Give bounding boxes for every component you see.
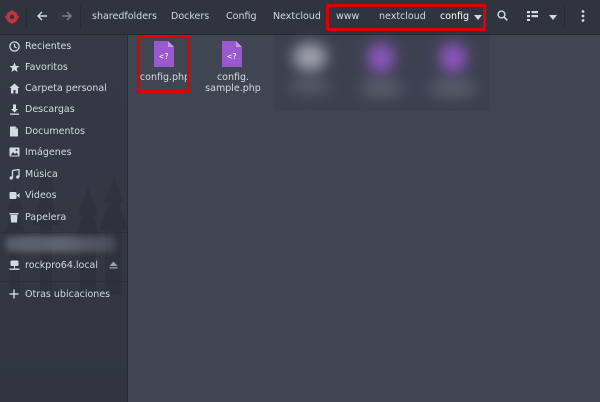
file-name: config. sample.php xyxy=(205,72,261,94)
plus-icon xyxy=(8,288,20,300)
sidebar-item-label: Recientes xyxy=(25,40,72,52)
app-menu-icon[interactable] xyxy=(4,9,20,25)
video-icon xyxy=(8,189,20,201)
sidebar-item-label: Favoritos xyxy=(25,61,68,73)
sidebar-item-imagenes[interactable]: Imágenes xyxy=(0,142,127,162)
sidebar-item-musica[interactable]: Música xyxy=(0,164,127,184)
file-view[interactable]: <? config.php <? config. sample.php xyxy=(129,35,600,402)
sidebar-item-documentos[interactable]: Documentos xyxy=(0,121,127,141)
search-icon xyxy=(496,10,508,24)
sidebar-item-papelera[interactable]: Papelera xyxy=(0,207,127,227)
sidebar: Recientes Favoritos Carpeta personal Des… xyxy=(0,35,128,402)
sidebar-item-recientes[interactable]: Recientes xyxy=(0,36,127,56)
arrow-left-icon xyxy=(36,10,48,25)
breadcrumb-highlight-frame xyxy=(326,4,486,31)
sidebar-item-label: Videos xyxy=(25,189,57,201)
sidebar-item-label: Música xyxy=(25,168,58,180)
image-icon xyxy=(8,146,20,158)
trash-icon xyxy=(8,211,20,223)
star-icon xyxy=(8,61,20,73)
home-icon xyxy=(8,82,20,94)
forward-button[interactable] xyxy=(58,8,74,26)
network-drive-icon xyxy=(8,259,20,271)
sidebar-item-label: Otras ubicaciones xyxy=(25,288,111,300)
eject-icon[interactable] xyxy=(108,260,118,270)
sidebar-item-favoritos[interactable]: Favoritos xyxy=(0,57,127,77)
clock-icon xyxy=(8,40,20,52)
file-item-config-sample-php[interactable]: <? config. sample.php xyxy=(197,37,269,107)
sidebar-divider xyxy=(0,232,127,233)
breadcrumb-dockers[interactable]: Dockers xyxy=(171,11,209,22)
sidebar-item-otras-ubicaciones[interactable]: Otras ubicaciones xyxy=(0,284,127,304)
svg-text:<?: <? xyxy=(227,52,237,61)
redacted-network-item xyxy=(6,236,116,252)
sidebar-item-label: Descargas xyxy=(25,103,75,115)
caret-down-icon xyxy=(549,12,557,23)
sidebar-divider xyxy=(0,281,127,282)
redacted-file-item xyxy=(275,35,345,111)
main-menu-button[interactable] xyxy=(575,9,591,25)
sidebar-item-label: Imágenes xyxy=(25,146,72,158)
search-button[interactable] xyxy=(494,9,510,25)
header-bar: sharedfolders Dockers Config Nextcloud w… xyxy=(0,0,600,35)
breadcrumb-sharedfolders[interactable]: sharedfolders xyxy=(92,11,157,22)
back-button[interactable] xyxy=(34,8,50,26)
view-toggle-button[interactable] xyxy=(524,9,540,25)
sidebar-item-label: Documentos xyxy=(25,125,85,137)
sidebar-item-videos[interactable]: Videos xyxy=(0,185,127,205)
kebab-menu-icon xyxy=(581,9,585,25)
php-file-icon: <? xyxy=(221,40,243,68)
sidebar-item-label: Carpeta personal xyxy=(25,82,107,94)
view-options-dropdown[interactable] xyxy=(545,9,561,25)
sidebar-item-rockpro64[interactable]: rockpro64.local xyxy=(0,255,127,275)
sidebar-item-carpeta-personal[interactable]: Carpeta personal xyxy=(0,78,127,98)
redacted-file-item xyxy=(417,35,489,111)
sidebar-item-label: Papelera xyxy=(25,211,67,223)
music-icon xyxy=(8,168,20,180)
sidebar-item-descargas[interactable]: Descargas xyxy=(0,99,127,119)
file-highlight-frame xyxy=(137,35,190,93)
sidebar-item-label: rockpro64.local xyxy=(25,259,99,271)
arrow-right-icon xyxy=(61,10,72,25)
document-icon xyxy=(8,125,20,137)
redacted-file-item xyxy=(345,35,417,111)
download-icon xyxy=(8,103,20,115)
breadcrumb-config[interactable]: Config xyxy=(226,11,256,22)
list-view-icon xyxy=(526,10,538,24)
header-separator xyxy=(80,6,81,28)
breadcrumb-nextcloud[interactable]: Nextcloud xyxy=(273,11,321,22)
header-separator xyxy=(564,6,565,28)
header-separator xyxy=(26,6,27,28)
